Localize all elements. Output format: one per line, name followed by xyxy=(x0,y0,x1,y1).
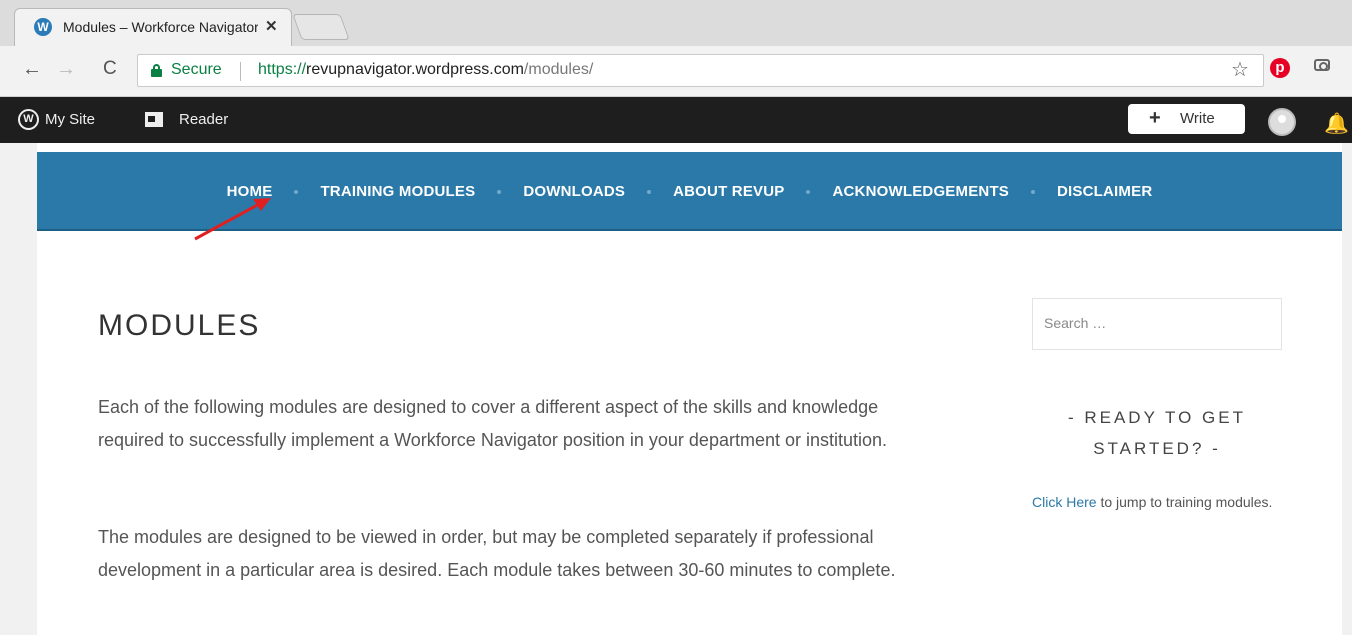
pinterest-icon[interactable]: p xyxy=(1270,58,1290,78)
url-text[interactable]: https://revupnavigator.wordpress.com/mod… xyxy=(258,61,593,79)
write-button[interactable]: + Write xyxy=(1128,104,1245,134)
lock-icon xyxy=(151,64,162,77)
new-post-plus-icon: + xyxy=(1149,107,1161,129)
browser-toolbar: ← → C Secure https://revupnavigator.word… xyxy=(0,46,1352,97)
camera-extension-icon[interactable] xyxy=(1314,59,1330,71)
widget-text: Click Here to jump to training modules. xyxy=(1032,486,1282,519)
nav-separator xyxy=(647,189,652,194)
tab-title: Modules – Workforce Navigator xyxy=(63,19,258,35)
nav-separator xyxy=(294,189,299,194)
browser-tab[interactable]: W Modules – Workforce Navigator ✕ xyxy=(14,8,292,46)
page-title: MODULES xyxy=(98,309,261,342)
nav-separator xyxy=(806,189,811,194)
url-scheme: https:// xyxy=(258,61,307,78)
widget-text-suffix: to jump to training modules. xyxy=(1096,494,1273,510)
nav-separator xyxy=(1031,189,1036,194)
secure-label: Secure xyxy=(171,61,222,78)
wordpress-logo-icon[interactable]: W xyxy=(18,109,39,130)
reload-icon[interactable]: C xyxy=(103,58,117,80)
bookmark-star-icon[interactable]: ☆ xyxy=(1231,57,1249,82)
nav-disclaimer[interactable]: DISCLAIMER xyxy=(1057,183,1152,200)
reader-link[interactable]: Reader xyxy=(179,111,228,128)
widget-title: - READY TO GET STARTED? - xyxy=(1067,408,1247,458)
annotation-arrow-icon xyxy=(194,198,271,241)
address-separator xyxy=(240,62,241,81)
forward-arrow-icon[interactable]: → xyxy=(56,58,76,81)
close-tab-icon[interactable]: ✕ xyxy=(265,17,278,35)
site-page: HOME TRAINING MODULES DOWNLOADS ABOUT REVUP… xyxy=(37,143,1342,635)
wordpress-favicon-icon: W xyxy=(34,18,52,36)
browser-tab-strip: W Modules – Workforce Navigator ✕ xyxy=(0,0,1352,46)
reader-icon[interactable] xyxy=(145,112,163,127)
nav-separator xyxy=(497,189,502,194)
intro-paragraph: Each of the following modules are design… xyxy=(98,397,888,450)
nav-about-revup[interactable]: ABOUT REVUP xyxy=(673,183,784,200)
my-site-link[interactable]: My Site xyxy=(45,111,95,128)
order-paragraph: The modules are designed to be viewed in… xyxy=(98,527,896,580)
address-bar[interactable]: Secure https://revupnavigator.wordpress.… xyxy=(137,54,1264,87)
url-path: /modules/ xyxy=(523,61,594,78)
back-arrow-icon[interactable]: ← xyxy=(22,58,42,81)
wordpress-admin-bar: W My Site Reader + Write xyxy=(0,97,1352,143)
nav-downloads[interactable]: DOWNLOADS xyxy=(523,183,625,200)
new-tab-button[interactable] xyxy=(292,14,350,40)
url-host: revupnavigator.wordpress.com xyxy=(306,61,524,78)
nav-training-modules[interactable]: TRAINING MODULES xyxy=(320,183,475,200)
write-label: Write xyxy=(1180,110,1215,127)
nav-acknowledgements[interactable]: ACKNOWLEDGEMENTS xyxy=(832,183,1009,200)
notifications-bell-icon[interactable]: 🔔 xyxy=(1324,111,1349,136)
search-input[interactable]: Search … xyxy=(1032,298,1282,350)
user-avatar[interactable] xyxy=(1268,108,1296,136)
click-here-link[interactable]: Click Here xyxy=(1032,494,1097,510)
